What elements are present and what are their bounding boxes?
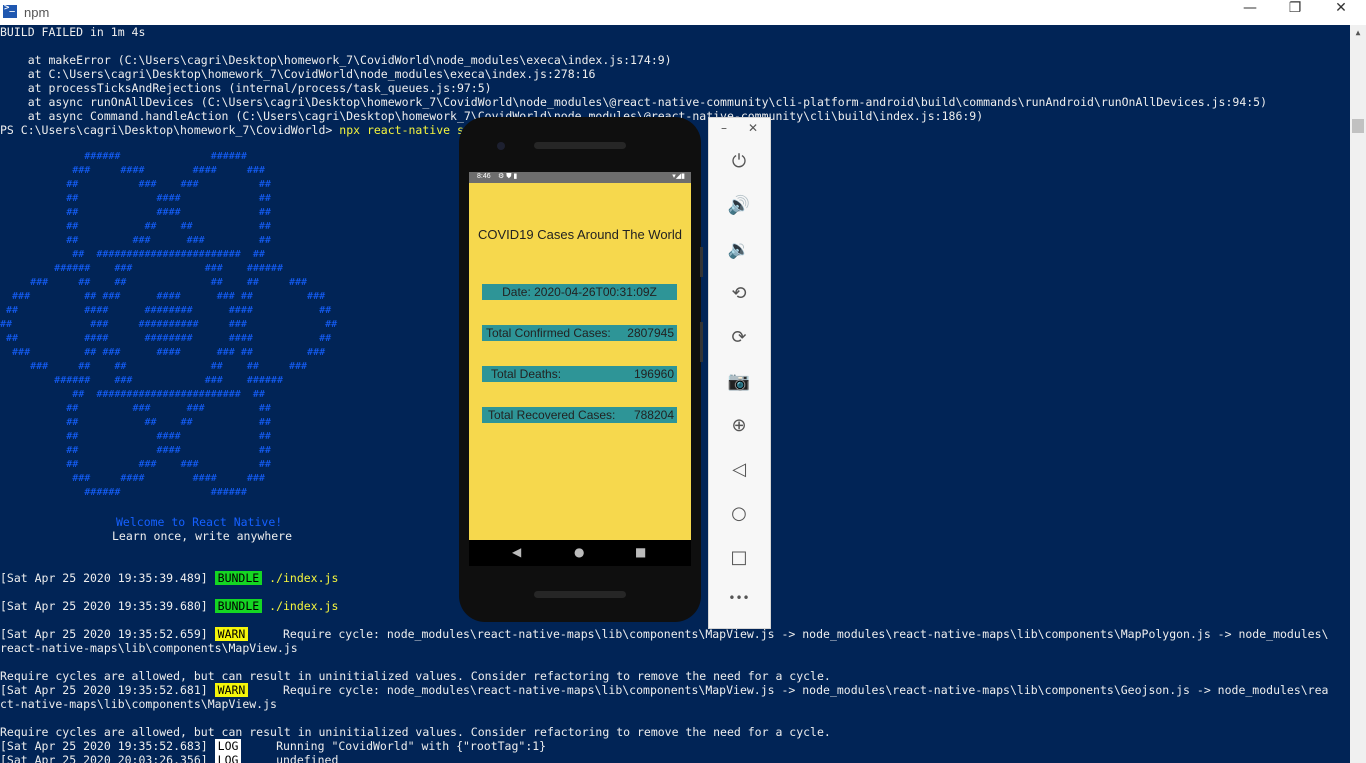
log-timestamp: [Sat Apr 25 2020 19:35:39.680] — [0, 599, 208, 613]
log-message: ./index.js — [269, 571, 339, 585]
emulator-toolbar: – ✕ ⏻ 🔊 🔉 ⟲ ⟳ 📷 ⊕ ◁ ○ □ ••• — [708, 117, 771, 629]
android-statusbar: 8:46 ⚙ ⛊ ▮ ▾◢▮ — [469, 172, 691, 183]
date-text: Date: 2020-04-26T00:31:09Z — [502, 285, 657, 299]
window-title: npm — [24, 5, 50, 20]
deaths-card: Total Deaths: 196960 — [482, 366, 677, 382]
log-line: [Sat Apr 25 2020 19:35:52.681] WARN Requ… — [0, 683, 1328, 697]
prompt-path: PS C:\Users\cagri\Desktop\homework_7\Cov… — [0, 123, 340, 137]
warn-badge: WARN — [214, 683, 249, 697]
volume-down-icon[interactable]: 🔉 — [726, 239, 752, 265]
overview-icon[interactable]: □ — [726, 547, 752, 573]
tagline-text: Learn once, write anywhere — [112, 529, 293, 543]
stack-line: at makeError (C:\Users\cagri\Desktop\hom… — [0, 53, 672, 67]
power-icon[interactable]: ⏻ — [726, 151, 752, 177]
rotate-left-icon[interactable]: ⟲ — [726, 283, 752, 309]
welcome-text: Welcome to React Native! — [116, 515, 283, 529]
camera-lens — [497, 142, 505, 150]
confirmed-label: Total Confirmed Cases: — [486, 326, 611, 340]
date-card: Date: 2020-04-26T00:31:09Z — [482, 284, 677, 300]
maximize-button[interactable]: ❐ — [1272, 0, 1318, 25]
app-title: COVID19 Cases Around The World — [477, 227, 682, 242]
warn-badge: WARN — [214, 627, 249, 641]
nav-home-icon[interactable]: ● — [574, 545, 584, 559]
side-button[interactable] — [700, 322, 703, 362]
stack-line: at async runOnAllDevices (C:\Users\cagri… — [0, 95, 1268, 109]
minimize-button[interactable]: — — [1227, 0, 1273, 25]
status-signal-battery-icons: ▾◢▮ — [672, 173, 685, 180]
log-timestamp: [Sat Apr 25 2020 20:03:26.356] — [0, 753, 208, 763]
scroll-thumb[interactable] — [1352, 119, 1364, 133]
toolbar-close-button[interactable]: ✕ — [748, 121, 758, 135]
log-continuation: react-native-maps\lib\components\MapView… — [0, 641, 298, 655]
log-timestamp: [Sat Apr 25 2020 19:35:52.683] — [0, 739, 208, 753]
build-failed-line: BUILD FAILED in 1m 4s — [0, 25, 146, 39]
powershell-icon — [3, 3, 17, 18]
log-line: [Sat Apr 25 2020 20:03:26.356] LOG undef… — [0, 753, 338, 763]
recovered-label: Total Recovered Cases: — [488, 408, 616, 422]
rotate-right-icon[interactable]: ⟳ — [726, 327, 752, 353]
deaths-label: Total Deaths: — [491, 367, 562, 381]
log-badge: LOG — [214, 753, 242, 763]
log-timestamp: [Sat Apr 25 2020 19:35:52.681] — [0, 683, 208, 697]
recovered-value: 788204 — [633, 408, 674, 422]
console-scrollbar[interactable]: ▲ — [1350, 25, 1366, 763]
status-time: 8:46 — [477, 173, 491, 180]
stack-line: at C:\Users\cagri\Desktop\homework_7\Cov… — [0, 67, 596, 81]
prompt-line: PS C:\Users\cagri\Desktop\homework_7\Cov… — [0, 123, 492, 137]
bundle-badge: BUNDLE — [214, 599, 263, 613]
nav-recents-icon[interactable]: ■ — [635, 545, 646, 559]
log-message: ./index.js — [269, 599, 339, 613]
close-button[interactable]: ✕ — [1318, 0, 1364, 25]
back-icon[interactable]: ◁ — [726, 459, 752, 485]
side-button[interactable] — [700, 247, 703, 277]
confirmed-value: 2807945 — [627, 326, 674, 340]
log-message: Running "CovidWorld" with {"rootTag":1} — [248, 739, 547, 753]
speaker-grille — [534, 142, 626, 149]
stack-line: at processTicksAndRejections (internal/p… — [0, 81, 492, 95]
android-navbar: ◀ ● ■ — [469, 540, 691, 566]
log-message: Require cycle: node_modules\react-native… — [255, 683, 1329, 697]
window-titlebar: npm — ❐ ✕ — [0, 0, 1366, 25]
more-icon[interactable]: ••• — [726, 591, 752, 617]
scroll-up-arrow-icon[interactable]: ▲ — [1350, 25, 1366, 41]
nav-back-icon[interactable]: ◀ — [512, 545, 521, 559]
volume-up-icon[interactable]: 🔊 — [726, 195, 752, 221]
emulator-phone: 8:46 ⚙ ⛊ ▮ ▾◢▮ COVID19 Cases Around The … — [459, 117, 703, 622]
status-notification-icons: ⚙ ⛊ ▮ — [498, 173, 518, 180]
log-badge: LOG — [214, 739, 242, 753]
require-note: Require cycles are allowed, but can resu… — [0, 725, 831, 739]
recovered-card: Total Recovered Cases: 788204 — [482, 407, 677, 423]
log-line: [Sat Apr 25 2020 19:35:52.659] WARN Requ… — [0, 627, 1328, 641]
react-native-logo-art: ###### ###### ### #### #### ### ## ### #… — [0, 151, 338, 498]
toolbar-minimize-button[interactable]: – — [721, 121, 727, 135]
confirmed-card: Total Confirmed Cases: 2807945 — [482, 325, 677, 341]
log-message: Require cycle: node_modules\react-native… — [255, 627, 1329, 641]
bundle-badge: BUNDLE — [214, 571, 263, 585]
zoom-icon[interactable]: ⊕ — [726, 415, 752, 441]
phone-screen[interactable]: 8:46 ⚙ ⛊ ▮ ▾◢▮ COVID19 Cases Around The … — [469, 172, 691, 540]
camera-icon[interactable]: 📷 — [726, 371, 752, 397]
speaker-grille — [534, 591, 626, 598]
require-note: Require cycles are allowed, but can resu… — [0, 669, 831, 683]
home-icon[interactable]: ○ — [726, 503, 752, 529]
deaths-value: 196960 — [633, 367, 674, 381]
log-line: [Sat Apr 25 2020 19:35:52.683] LOG Runni… — [0, 739, 546, 753]
log-timestamp: [Sat Apr 25 2020 19:35:52.659] — [0, 627, 208, 641]
log-message: undefined — [248, 753, 339, 763]
log-timestamp: [Sat Apr 25 2020 19:35:39.489] — [0, 571, 208, 585]
log-line: [Sat Apr 25 2020 19:35:39.680] BUNDLE ./… — [0, 599, 338, 613]
log-continuation: ct-native-maps\lib\components\MapView.js — [0, 697, 277, 711]
log-line: [Sat Apr 25 2020 19:35:39.489] BUNDLE ./… — [0, 571, 338, 585]
